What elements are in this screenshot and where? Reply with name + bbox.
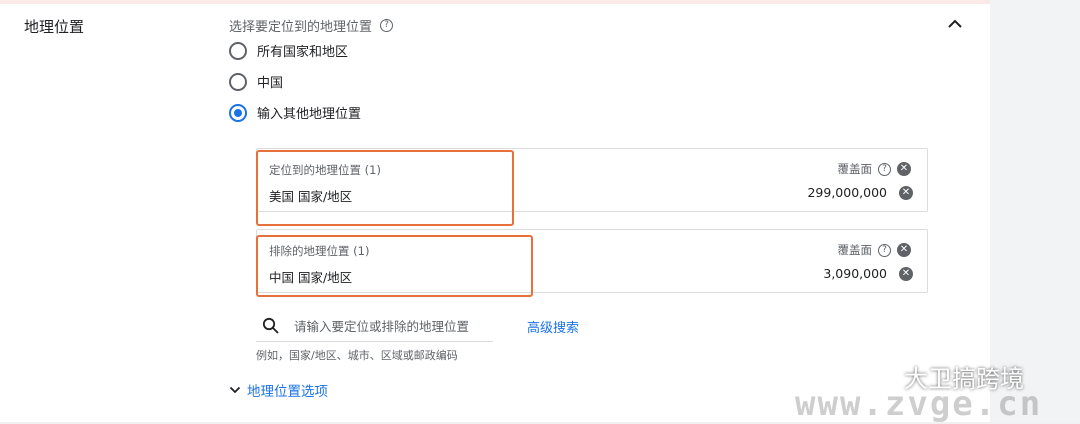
radio-button-selected[interactable]	[229, 103, 247, 122]
location-card: 地理位置 选择要定位到的地理位置 ? 所有国家和地区 中国 输入其他地理位置 定…	[0, 4, 990, 422]
radio-button[interactable]	[229, 41, 247, 60]
advanced-search-link[interactable]: 高级搜索	[527, 317, 579, 336]
remove-item-icon[interactable]: ✕	[899, 185, 913, 200]
targeted-locations-box: 定位到的地理位置 (1) 美国 国家/地区 覆盖面 ? ✕ 299,000,00…	[256, 148, 928, 212]
targeted-item: 美国 国家/地区	[269, 189, 353, 204]
location-options-toggle[interactable]: 地理位置选项	[229, 380, 328, 400]
radio-button[interactable]	[229, 72, 247, 91]
radio-all-countries[interactable]: 所有国家和地区	[229, 41, 348, 60]
section-label: 地理位置	[24, 18, 85, 36]
coverage-row: 3,090,000 ✕	[823, 266, 913, 281]
coverage-value: 3,090,000	[823, 266, 887, 281]
remove-item-icon[interactable]: ✕	[899, 266, 913, 281]
search-icon	[262, 317, 279, 334]
coverage-header: 覆盖面 ? ✕	[837, 161, 911, 177]
coverage-row: 299,000,000 ✕	[807, 185, 913, 200]
location-options-label: 地理位置选项	[247, 384, 328, 400]
radio-label: 所有国家和地区	[257, 45, 349, 60]
radio-label: 中国	[257, 76, 284, 91]
help-icon[interactable]: ?	[380, 19, 394, 32]
radio-label: 输入其他地理位置	[257, 107, 362, 122]
chevron-down-icon	[229, 386, 241, 394]
chevron-up-icon[interactable]	[946, 18, 964, 30]
location-prompt: 选择要定位到的地理位置 ?	[229, 16, 394, 35]
location-search-input[interactable]	[294, 316, 484, 336]
radio-china[interactable]: 中国	[229, 72, 283, 91]
watermark-url: www.zvge.cn	[795, 384, 1043, 424]
remove-all-icon[interactable]: ✕	[897, 162, 911, 176]
coverage-value: 299,000,000	[807, 185, 887, 200]
search-example-text: 例如，国家/地区、城市、区域或邮政编码	[256, 349, 458, 362]
coverage-label: 覆盖面	[837, 162, 873, 176]
excluded-locations-box: 排除的地理位置 (1) 中国 国家/地区 覆盖面 ? ✕ 3,090,000 ✕	[256, 229, 928, 293]
help-icon[interactable]: ?	[878, 243, 891, 257]
remove-all-icon[interactable]: ✕	[897, 243, 911, 257]
coverage-header: 覆盖面 ? ✕	[837, 242, 911, 258]
help-icon[interactable]: ?	[878, 162, 891, 176]
coverage-label: 覆盖面	[837, 243, 873, 257]
excluded-item: 中国 国家/地区	[269, 270, 353, 285]
radio-custom-location[interactable]: 输入其他地理位置	[229, 103, 361, 122]
excluded-title: 排除的地理位置 (1)	[269, 244, 370, 258]
prompt-text: 选择要定位到的地理位置	[229, 20, 373, 35]
location-search	[256, 310, 493, 342]
targeted-title: 定位到的地理位置 (1)	[269, 163, 381, 177]
